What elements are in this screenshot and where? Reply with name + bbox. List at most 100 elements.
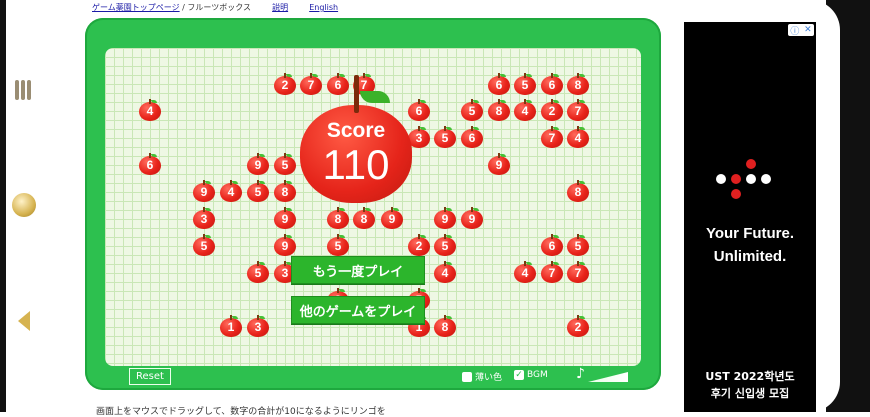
apple-tile[interactable]: 3 xyxy=(193,207,215,229)
apple-tile[interactable]: 6 xyxy=(541,234,563,256)
apple-tile[interactable]: 8 xyxy=(327,207,349,229)
apple-number: 7 xyxy=(574,266,582,280)
reset-button[interactable]: Reset xyxy=(129,368,171,385)
apple-tile[interactable]: 5 xyxy=(434,126,456,148)
apple-number: 4 xyxy=(574,131,582,145)
apple-tile[interactable]: 2 xyxy=(541,99,563,121)
apple-tile[interactable]: 9 xyxy=(247,153,269,175)
apple-number: 4 xyxy=(521,104,529,118)
apple-tile[interactable]: 9 xyxy=(434,207,456,229)
apple-number: 9 xyxy=(495,158,503,172)
instruction-text: 画面上をマウスでドラッグして、数字の合計が10になるようにリンゴを xyxy=(96,407,386,417)
breadcrumb-home-link[interactable]: ゲーム薬園トップページ xyxy=(92,3,180,12)
apple-tile[interactable]: 9 xyxy=(488,153,510,175)
apple-tile[interactable]: 8 xyxy=(567,180,589,202)
apple-tile[interactable]: 6 xyxy=(139,153,161,175)
apple-tile[interactable]: 6 xyxy=(461,126,483,148)
apple-tile[interactable]: 5 xyxy=(247,261,269,283)
apple-number: 5 xyxy=(441,131,449,145)
apple-tile[interactable]: 8 xyxy=(434,315,456,337)
back-arrow-icon[interactable] xyxy=(18,311,30,331)
apple-number: 8 xyxy=(495,104,503,118)
apple-tile[interactable]: 4 xyxy=(139,99,161,121)
ad-headline: Your Future. Unlimited. xyxy=(684,222,816,268)
apple-tile[interactable]: 5 xyxy=(327,234,349,256)
apple-tile[interactable]: 7 xyxy=(541,261,563,283)
apple-tile[interactable]: 8 xyxy=(353,207,375,229)
apple-tile[interactable]: 7 xyxy=(567,99,589,121)
apple-tile[interactable]: 4 xyxy=(514,99,536,121)
apple-tile[interactable]: 8 xyxy=(567,73,589,95)
apple-tile[interactable]: 3 xyxy=(247,315,269,337)
pause-icon[interactable] xyxy=(12,80,34,100)
light-color-option[interactable]: 薄い色 xyxy=(462,370,502,383)
apple-tile[interactable]: 5 xyxy=(434,234,456,256)
apple-number: 5 xyxy=(521,78,529,92)
apple-number: 4 xyxy=(227,185,235,199)
apple-number: 8 xyxy=(334,212,342,226)
apple-tile[interactable]: 4 xyxy=(567,126,589,148)
device-edge-right xyxy=(810,0,870,412)
apple-tile[interactable]: 8 xyxy=(274,180,296,202)
breadcrumb-current: フルーツボックス xyxy=(187,3,251,12)
apple-tile[interactable]: 5 xyxy=(193,234,215,256)
apple-tile[interactable]: 7 xyxy=(541,126,563,148)
apple-number: 7 xyxy=(574,104,582,118)
apple-tile[interactable]: 5 xyxy=(514,73,536,95)
apple-tile[interactable]: 5 xyxy=(567,234,589,256)
apple-tile[interactable]: 2 xyxy=(274,73,296,95)
ad-info-badge[interactable]: ⓘ ✕ xyxy=(788,24,814,37)
ad-panel[interactable]: ⓘ ✕ Your Future. Unlimited. UST 2022학년도 후… xyxy=(684,22,816,412)
apple-tile[interactable]: 2 xyxy=(408,234,430,256)
apple-tile[interactable]: 4 xyxy=(220,180,242,202)
apple-number: 9 xyxy=(388,212,396,226)
apple-tile[interactable]: 9 xyxy=(193,180,215,202)
apple-number: 9 xyxy=(468,212,476,226)
apple-number: 6 xyxy=(495,78,503,92)
apple-number: 7 xyxy=(548,131,556,145)
apple-number: 5 xyxy=(254,266,262,280)
apple-tile[interactable]: 9 xyxy=(461,207,483,229)
apple-number: 8 xyxy=(574,78,582,92)
apple-tile[interactable]: 9 xyxy=(381,207,403,229)
apple-tile[interactable]: 8 xyxy=(488,99,510,121)
apple-tile[interactable]: 7 xyxy=(567,261,589,283)
close-icon: ✕ xyxy=(804,25,812,35)
bgm-option[interactable]: ✓ BGM xyxy=(514,370,548,380)
apple-tile[interactable]: 2 xyxy=(567,315,589,337)
apple-number: 5 xyxy=(200,239,208,253)
apple-tile[interactable]: 1 xyxy=(220,315,242,337)
play-again-button[interactable]: もう一度プレイ xyxy=(291,256,425,284)
score-value: 110 xyxy=(322,141,390,188)
apple-tile[interactable]: 4 xyxy=(514,261,536,283)
apple-number: 2 xyxy=(574,320,582,334)
apple-number: 2 xyxy=(281,78,289,92)
apple-tile[interactable]: 4 xyxy=(434,261,456,283)
apple-tile[interactable]: 6 xyxy=(541,73,563,95)
apple-tile[interactable]: 5 xyxy=(274,153,296,175)
bgm-checkbox[interactable]: ✓ xyxy=(514,370,524,380)
music-note-icon: ♪ xyxy=(576,366,585,382)
apple-number: 9 xyxy=(281,212,289,226)
english-link[interactable]: English xyxy=(309,3,338,12)
apple-tile[interactable]: 9 xyxy=(274,234,296,256)
help-link[interactable]: 説明 xyxy=(272,3,288,12)
ad-headline-line-2: Unlimited. xyxy=(713,248,787,265)
apple-number: 5 xyxy=(468,104,476,118)
apple-tile[interactable]: 6 xyxy=(488,73,510,95)
score-label: Score xyxy=(326,119,386,142)
apple-number: 4 xyxy=(521,266,529,280)
apple-number: 9 xyxy=(441,212,449,226)
apple-tile[interactable]: 9 xyxy=(274,207,296,229)
apple-tile[interactable]: 5 xyxy=(461,99,483,121)
volume-slider[interactable]: ♪ xyxy=(576,366,628,384)
play-other-games-button[interactable]: 他のゲームをプレイ xyxy=(291,296,425,324)
bgm-label: BGM xyxy=(527,370,548,380)
home-button[interactable] xyxy=(12,193,36,217)
light-color-checkbox[interactable] xyxy=(462,371,472,382)
apple-number: 4 xyxy=(441,266,449,280)
apple-number: 8 xyxy=(574,185,582,199)
apple-tile[interactable]: 5 xyxy=(247,180,269,202)
ad-headline-line-1: Your Future. xyxy=(705,225,795,242)
apple-number: 2 xyxy=(415,239,423,253)
